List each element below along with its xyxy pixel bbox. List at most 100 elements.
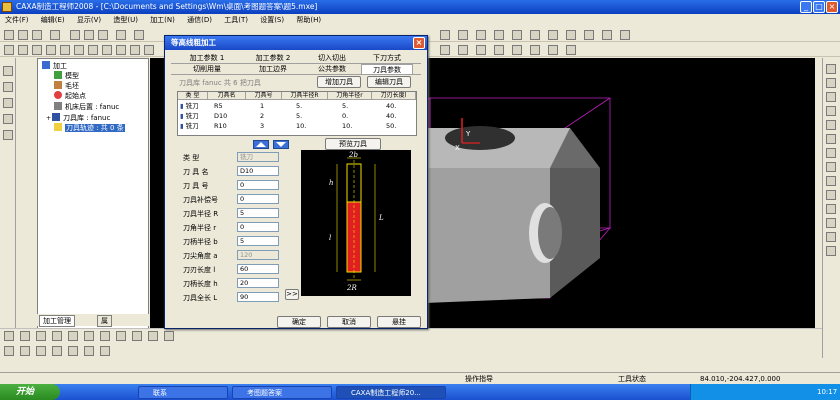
open-file-icon[interactable] xyxy=(18,30,28,40)
gcode-icon[interactable] xyxy=(100,346,110,356)
view-icon[interactable] xyxy=(440,30,450,40)
extend-icon[interactable] xyxy=(826,204,836,214)
menu-settings[interactable]: 设置(S) xyxy=(255,14,289,27)
pattern-icon[interactable] xyxy=(458,45,468,55)
scale-icon[interactable] xyxy=(566,45,576,55)
ok-button[interactable]: 确定 xyxy=(277,316,321,328)
undo-icon[interactable] xyxy=(116,30,126,40)
menu-comm[interactable]: 通信(D) xyxy=(182,14,217,27)
total-length-field[interactable]: 90 xyxy=(237,292,279,302)
taskbar-item-contact[interactable]: 联系 xyxy=(138,386,228,399)
menu-machining[interactable]: 加工(N) xyxy=(145,14,180,27)
shade-icon[interactable] xyxy=(512,30,522,40)
taskbar-item-answers[interactable]: 考图题答案 xyxy=(232,386,332,399)
tab-plunge[interactable]: 下刀方式 xyxy=(361,53,413,63)
tool-table[interactable]: 类 型 刀具名 刀具号 刀具半径R 刀角半径r 刀刃长度l ▮ 铣刀 R5 1 … xyxy=(177,91,417,136)
comp-number-field[interactable]: 0 xyxy=(237,194,279,204)
chamfer-icon[interactable] xyxy=(102,45,112,55)
menu-view[interactable]: 显示(V) xyxy=(72,14,106,27)
hang-button[interactable]: 悬挂 xyxy=(377,316,421,328)
start-button[interactable]: 开始 xyxy=(0,384,60,400)
query-icon[interactable] xyxy=(602,30,612,40)
draw-rect-icon[interactable] xyxy=(826,106,836,116)
hide-icon[interactable] xyxy=(548,30,558,40)
shank-length-field[interactable]: 20 xyxy=(237,278,279,288)
edit-break-icon[interactable] xyxy=(20,331,30,341)
tab-cutting[interactable]: 切削用量 xyxy=(179,64,235,74)
edit-chamfer-icon[interactable] xyxy=(68,331,78,341)
draw-ellipse-icon[interactable] xyxy=(826,148,836,158)
edit-tool-button[interactable]: 编辑刀具 xyxy=(367,76,411,88)
table-row[interactable]: ▮ 铣刀 xyxy=(180,122,199,131)
edit-array-icon[interactable] xyxy=(148,331,158,341)
more-params-button[interactable]: >> xyxy=(285,289,299,300)
tool-number-field[interactable]: 0 xyxy=(237,180,279,190)
cancel-button[interactable]: 取消 xyxy=(327,316,371,328)
tree-item-machining[interactable]: 加工 xyxy=(42,61,67,71)
color-icon[interactable] xyxy=(584,30,594,40)
finish-mill-icon[interactable] xyxy=(52,346,62,356)
extrude-icon[interactable] xyxy=(18,45,28,55)
redo-icon[interactable] xyxy=(134,30,144,40)
contour-mill-icon[interactable] xyxy=(20,346,30,356)
tree-item-blank[interactable]: 毛坯 xyxy=(54,81,79,91)
sweep-icon[interactable] xyxy=(46,45,56,55)
rotate-icon[interactable] xyxy=(494,30,504,40)
formula-curve-icon[interactable] xyxy=(826,162,836,172)
draw-circle-icon[interactable] xyxy=(826,92,836,102)
draw-polygon-icon[interactable] xyxy=(826,120,836,130)
tab-machining-manager[interactable]: 加工管理 xyxy=(39,315,75,327)
point-icon[interactable] xyxy=(3,82,13,92)
paste-icon[interactable] xyxy=(98,30,108,40)
simulate-icon[interactable] xyxy=(84,346,94,356)
maximize-button[interactable]: □ xyxy=(813,1,825,13)
tab-lead-in-out[interactable]: 切入切出 xyxy=(307,53,357,63)
hole-icon[interactable] xyxy=(494,45,504,55)
fillet-icon[interactable] xyxy=(88,45,98,55)
revolve-icon[interactable] xyxy=(32,45,42,55)
zoom-icon[interactable] xyxy=(458,30,468,40)
loft-icon[interactable] xyxy=(60,45,70,55)
tab-boundary[interactable]: 加工边界 xyxy=(245,64,301,74)
copy-icon[interactable] xyxy=(84,30,94,40)
pan-icon[interactable] xyxy=(476,30,486,40)
cavity-icon[interactable] xyxy=(530,45,540,55)
rib-icon[interactable] xyxy=(144,45,154,55)
corner-radius-field[interactable]: 0 xyxy=(237,222,279,232)
print-icon[interactable] xyxy=(50,30,60,40)
tip-angle-field[interactable]: 120 xyxy=(237,250,279,260)
edit-scale-icon[interactable] xyxy=(164,331,174,341)
table-row[interactable]: ▮ 铣刀 xyxy=(180,102,199,111)
tab-tool-params[interactable]: 刀具参数 xyxy=(361,64,413,74)
cut-extrude-icon[interactable] xyxy=(74,45,84,55)
draw-line-icon[interactable] xyxy=(826,64,836,74)
wireframe-icon[interactable] xyxy=(530,30,540,40)
pattern-curve-icon[interactable] xyxy=(826,246,836,256)
menu-help[interactable]: 帮助(H) xyxy=(291,14,326,27)
offset-icon[interactable] xyxy=(826,176,836,186)
tree-item-toolpath[interactable]: 刀具轨迹 : 共 0 条 xyxy=(54,123,125,133)
edit-copy-icon[interactable] xyxy=(100,331,110,341)
menu-edit[interactable]: 编辑(E) xyxy=(36,14,70,27)
expand-icon[interactable]: + xyxy=(46,115,51,122)
move-up-button[interactable] xyxy=(253,140,269,149)
text-icon[interactable] xyxy=(826,232,836,242)
edit-fillet-icon[interactable] xyxy=(52,331,62,341)
edit-rotate-icon[interactable] xyxy=(116,331,126,341)
draft-icon[interactable] xyxy=(130,45,140,55)
boolean-icon[interactable] xyxy=(512,45,522,55)
shank-radius-field[interactable]: 5 xyxy=(237,236,279,246)
cut-icon[interactable] xyxy=(70,30,80,40)
tab-params2[interactable]: 加工参数 2 xyxy=(245,53,301,63)
preview-tool-button[interactable]: 预览刀具 xyxy=(325,138,381,150)
edit-trim-icon[interactable] xyxy=(4,331,14,341)
edit-move-icon[interactable] xyxy=(84,331,94,341)
arc-icon[interactable] xyxy=(3,114,13,124)
sketch-icon[interactable] xyxy=(4,45,14,55)
trim-icon[interactable] xyxy=(826,190,836,200)
tree-item-post[interactable]: 机床后置 : fanuc xyxy=(54,102,119,112)
save-icon[interactable] xyxy=(32,30,42,40)
menu-file[interactable]: 文件(F) xyxy=(0,14,34,27)
rough-mill-icon[interactable] xyxy=(4,346,14,356)
tab-common[interactable]: 公共参数 xyxy=(307,64,357,74)
